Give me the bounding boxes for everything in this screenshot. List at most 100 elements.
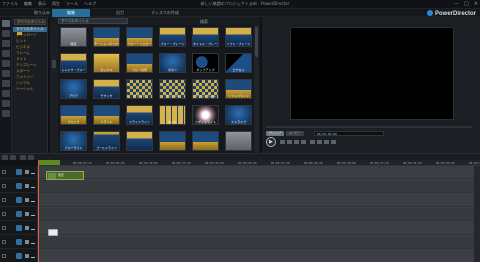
lock-icon[interactable] [2,198,6,202]
library-scrollbar-thumb[interactable] [255,27,258,57]
track-edit-icon[interactable] [31,212,35,216]
title-template-thumbnail[interactable]: グリッド2 [159,79,186,99]
title-template-thumbnail[interactable]: タイトル・プレーン [192,27,219,47]
track-enable-checkbox[interactable] [25,254,29,258]
track-enable-checkbox[interactable] [25,240,29,244]
title-template-thumbnail[interactable]: グリッドライト [192,79,219,99]
track-lane[interactable] [38,180,480,193]
particle-room-icon[interactable] [2,50,10,57]
track-header[interactable] [0,180,38,193]
lock-icon[interactable] [2,226,6,230]
track-edit-icon[interactable] [31,170,35,174]
effects-room-icon[interactable] [2,30,10,37]
maximize-button[interactable]: □ [464,1,469,7]
menu-item-edit[interactable]: 編集 [24,1,32,7]
category-item[interactable]: ファミリー [16,75,46,80]
track-header[interactable] [0,222,38,235]
clip-mode-button[interactable]: クリップ [266,131,285,136]
category-item[interactable]: シンプル [16,81,46,86]
library-filter-dropdown[interactable]: すべてのタイトル [58,18,128,24]
menu-item-tools[interactable]: ツール [66,1,78,7]
title-template-thumbnail[interactable]: ソフトスライド [225,79,252,99]
track-lane[interactable] [38,208,480,221]
track-header[interactable] [0,250,38,262]
track-edit-icon[interactable] [31,184,35,188]
lock-icon[interactable] [2,254,6,258]
track-enable-checkbox[interactable] [25,170,29,174]
title-clip[interactable] [48,229,58,236]
timeline-clip[interactable]: 既定 [46,171,84,180]
lock-icon[interactable] [2,184,6,188]
track-header[interactable] [0,194,38,207]
fast-forward-icon[interactable] [301,140,306,144]
title-template-thumbnail[interactable]: ブロック [60,105,87,125]
track-lane[interactable] [38,194,480,207]
title-template-thumbnail[interactable]: 既定 [60,27,87,47]
title-template-thumbnail[interactable]: モーションポスター [93,27,120,47]
minimize-button[interactable]: － [454,1,459,7]
title-template-thumbnail[interactable]: ブルーの帯 [126,53,153,73]
track-enable-checkbox[interactable] [25,184,29,188]
timeline-view-icon[interactable] [2,155,8,160]
timeline-scrollbar[interactable] [474,166,480,262]
title-template-thumbnail[interactable]: アクア [60,79,87,99]
snapshot-icon[interactable] [317,140,322,144]
tab-edit[interactable]: 編集 [52,9,90,17]
category-item[interactable]: ダウンロード [16,33,46,38]
audio-mixing-room-icon[interactable] [2,80,10,87]
category-item[interactable]: すべてのタイトル [13,27,47,32]
stop-icon[interactable] [280,140,285,144]
title-template-thumbnail[interactable]: スライドライン [126,105,153,125]
title-template-thumbnail[interactable]: スライド [93,105,120,125]
title-template-thumbnail[interactable]: モザイク [93,79,120,99]
category-item[interactable]: ライト [16,57,46,62]
title-template-thumbnail[interactable]: ブルー・イエロー [126,27,153,47]
title-template-thumbnail[interactable]: スポットライト [192,105,219,125]
track-header[interactable] [0,166,38,179]
library-scrollbar[interactable] [254,25,259,153]
tab-produce[interactable]: 出力 [100,9,140,17]
media-room-icon[interactable] [2,20,10,27]
title-template-thumbnail[interactable]: シャドウ・ブルー [60,53,87,73]
title-template-thumbnail[interactable]: ボタン [159,53,186,73]
track-header[interactable] [0,236,38,249]
voice-over-room-icon[interactable] [2,90,10,97]
preview-timecode[interactable]: 00;00;00;00 [314,131,384,136]
collapse-panel-button[interactable] [52,60,56,68]
chapter-room-icon[interactable] [2,100,10,107]
transition-room-icon[interactable] [2,70,10,77]
track-edit-icon[interactable] [31,226,35,230]
title-template-thumbnail[interactable]: ソフト・プレーン [225,27,252,47]
track-edit-icon[interactable] [31,198,35,202]
title-room-icon[interactable] [2,60,10,67]
title-template-thumbnail[interactable] [192,131,219,151]
track-lane[interactable] [38,222,480,235]
title-template-thumbnail[interactable] [126,131,153,151]
playhead[interactable] [38,160,39,262]
track-lane[interactable] [38,250,480,262]
playhead-range[interactable] [38,160,60,165]
menu-item-help[interactable]: ヘルプ [84,1,96,7]
track-manager-icon[interactable] [20,155,26,160]
menu-item-view[interactable]: 表示 [38,1,46,7]
lock-icon[interactable] [2,170,6,174]
title-template-thumbnail[interactable]: ポップアップ [192,53,219,73]
category-item[interactable]: ソーシャル [16,87,46,92]
split-clip-icon[interactable] [310,140,315,144]
previous-frame-icon[interactable] [287,140,292,144]
fit-timeline-icon[interactable] [28,155,34,160]
pip-room-icon[interactable] [2,40,10,47]
title-template-thumbnail[interactable]: ブルーライト [60,131,87,151]
track-enable-checkbox[interactable] [25,212,29,216]
subtitle-room-icon[interactable] [2,110,10,117]
title-template-thumbnail[interactable]: タイル [159,105,186,125]
title-template-thumbnail[interactable]: グリッド [126,79,153,99]
track-header[interactable] [0,208,38,221]
movie-mode-button[interactable]: ムービー [286,131,305,136]
track-lane[interactable] [38,166,480,179]
tab-create-disc[interactable]: ディスクの作成 [140,9,190,17]
undock-preview-icon[interactable] [331,140,336,144]
play-button[interactable]: ▶ [266,137,276,147]
preview-scrub-bar[interactable] [266,126,472,128]
track-enable-checkbox[interactable] [25,198,29,202]
